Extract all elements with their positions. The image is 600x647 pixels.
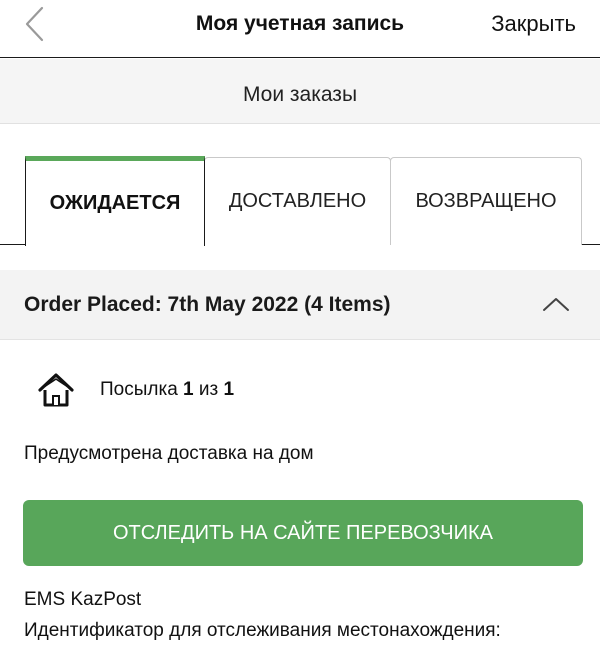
order-accordion-header[interactable]: Order Placed: 7th May 2022 (4 Items) (0, 270, 600, 340)
parcel-prefix: Посылка (100, 379, 178, 400)
section-header: Мои заказы (0, 59, 600, 124)
parcel-label: Посылка 1 из 1 (100, 379, 234, 401)
back-button[interactable] (18, 4, 54, 44)
account-page: Моя учетная запись Закрыть Мои заказы ДО… (0, 0, 600, 647)
delivery-note: Предусмотрена доставка на дом (24, 443, 314, 464)
close-button[interactable]: Закрыть (491, 11, 576, 37)
carrier-name: EMS KazPost (24, 589, 142, 610)
order-title: Order Placed: 7th May 2022 (4 Items) (24, 293, 391, 316)
track-carrier-button[interactable]: ОТСЛЕДИТЬ НА САЙТЕ ПЕРЕВОЗЧИКА (23, 500, 583, 566)
tracking-id-label: Идентификатор для отслеживания местонахо… (24, 620, 501, 641)
tab-pending[interactable]: ОЖИДАЕТСЯ (25, 156, 205, 246)
chevron-up-icon (543, 298, 569, 311)
chevron-left-icon (25, 6, 44, 42)
parcel-index: 1 (183, 379, 194, 400)
parcel-of: из (198, 379, 219, 400)
section-title: Мои заказы (242, 83, 358, 106)
parcel-total: 1 (223, 379, 235, 400)
house-icon (38, 373, 74, 407)
parcel-row: Посылка 1 из 1 (36, 370, 234, 410)
tab-returned[interactable]: ВОЗВРАЩЕНО (390, 157, 582, 245)
top-bar: Моя учетная запись Закрыть (0, 0, 600, 58)
tab-delivered[interactable]: ДОСТАВЛЕНО (204, 157, 391, 245)
